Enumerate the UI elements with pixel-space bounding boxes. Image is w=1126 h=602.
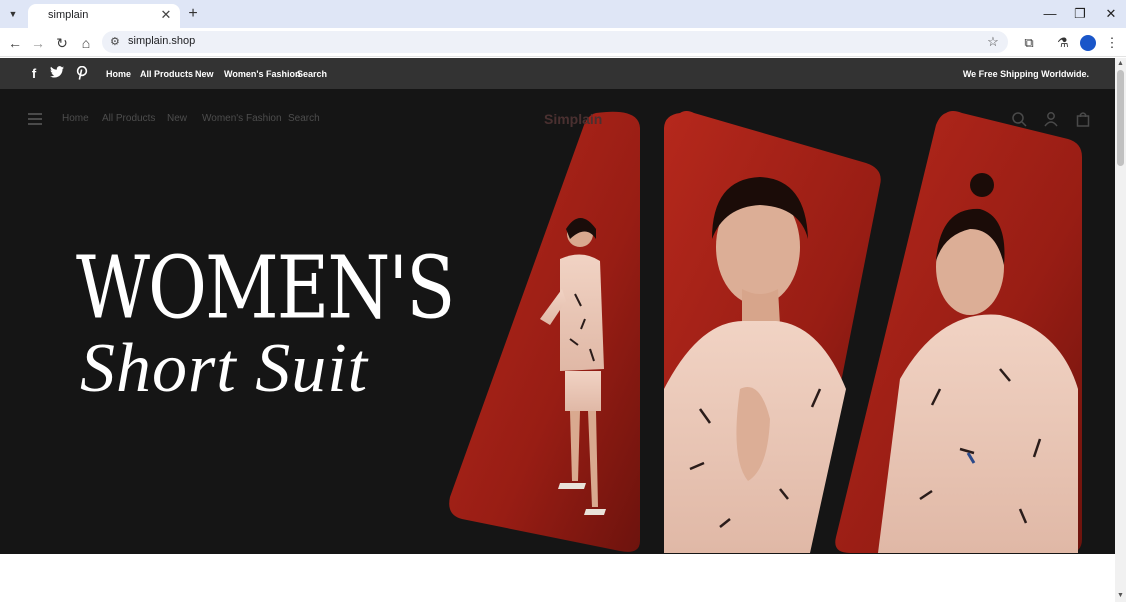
- brand-logo[interactable]: Simplain: [544, 111, 602, 127]
- profile-icon[interactable]: [1080, 35, 1096, 51]
- tune-icon[interactable]: ⚙: [110, 34, 124, 50]
- twitter-icon[interactable]: [49, 66, 65, 82]
- scroll-up-arrow-icon[interactable]: ▲: [1116, 59, 1125, 68]
- header-nav-home[interactable]: Home: [62, 113, 89, 124]
- scrollbar-thumb[interactable]: [1117, 70, 1124, 166]
- flask-icon[interactable]: ⚗: [1053, 33, 1073, 53]
- minimize-button[interactable]: —: [1040, 5, 1060, 23]
- site-header: Home All Products New Women's Fashion Se…: [0, 89, 1115, 149]
- account-icon[interactable]: [1043, 111, 1059, 127]
- puzzle-icon[interactable]: ⧉: [1019, 33, 1039, 53]
- browser-tab[interactable]: simplain ✕: [28, 4, 180, 28]
- page-scrollbar[interactable]: ▲ ▼: [1115, 58, 1126, 602]
- topnav-search[interactable]: Search: [297, 69, 327, 79]
- hero-subheadline: Short Suit: [80, 330, 369, 407]
- url-text[interactable]: simplain.shop: [128, 35, 195, 47]
- header-nav-all-products[interactable]: All Products: [102, 113, 155, 124]
- topnav-new[interactable]: New: [195, 69, 214, 79]
- shipping-notice: We Free Shipping Worldwide.: [962, 69, 1089, 79]
- new-tab-button[interactable]: +: [184, 5, 202, 23]
- pinterest-icon[interactable]: [74, 65, 90, 82]
- topnav-home[interactable]: Home: [106, 69, 131, 79]
- topnav-womens-fashion[interactable]: Women's Fashion: [224, 69, 300, 79]
- search-icon[interactable]: [1011, 111, 1027, 127]
- facebook-icon[interactable]: f: [26, 66, 42, 82]
- header-nav-search[interactable]: Search: [288, 113, 320, 124]
- hamburger-menu-icon[interactable]: [28, 113, 42, 125]
- star-icon[interactable]: ☆: [984, 33, 1002, 51]
- header-nav-womens-fashion[interactable]: Women's Fashion: [202, 113, 282, 124]
- hero-headline: WOMEN'S: [76, 237, 455, 338]
- address-bar[interactable]: ⚙ simplain.shop ☆: [102, 31, 1008, 53]
- cart-bag-icon[interactable]: [1075, 111, 1091, 127]
- browser-toolbar: ← → ↻ ⌂ ⚙ simplain.shop ☆ ⧉ ⚗ ⋮: [0, 28, 1126, 57]
- reload-button[interactable]: ↻: [52, 33, 72, 53]
- announcement-bar: f Home All Products New Women's Fashion …: [0, 58, 1115, 89]
- kebab-menu-icon[interactable]: ⋮: [1102, 33, 1122, 53]
- tab-title: simplain: [48, 9, 89, 21]
- header-nav-new[interactable]: New: [167, 113, 187, 124]
- restore-button[interactable]: ❐: [1070, 5, 1090, 23]
- forward-button[interactable]: →: [28, 33, 48, 53]
- tab-list-button[interactable]: ▼: [4, 6, 22, 22]
- hero-panel-1[interactable]: [449, 111, 640, 552]
- hero-banner: Home All Products New Women's Fashion Se…: [0, 89, 1115, 554]
- back-button[interactable]: ←: [5, 33, 25, 53]
- web-page: f Home All Products New Women's Fashion …: [0, 58, 1115, 602]
- home-button[interactable]: ⌂: [76, 33, 96, 53]
- close-icon[interactable]: ✕: [158, 7, 174, 23]
- browser-tab-strip: ▼ simplain ✕ + — ❐ ✕: [0, 0, 1126, 28]
- scroll-down-arrow-icon[interactable]: ▼: [1116, 591, 1125, 600]
- topnav-all-products[interactable]: All Products: [140, 69, 193, 79]
- close-window-button[interactable]: ✕: [1101, 5, 1121, 23]
